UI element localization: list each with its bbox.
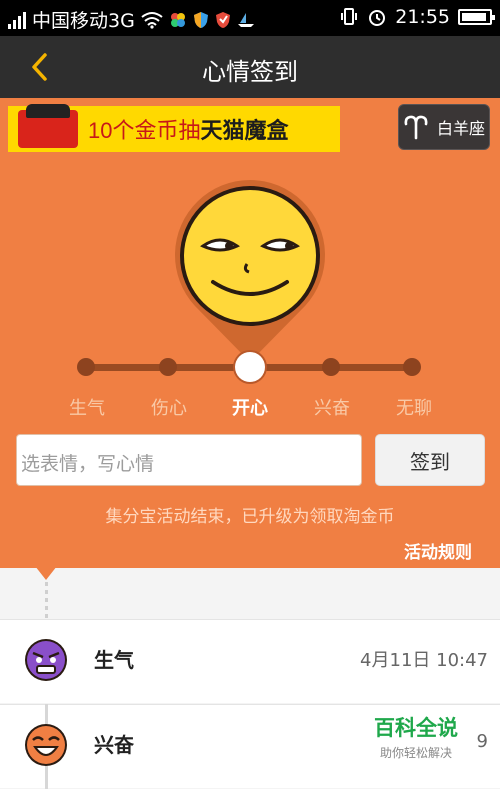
shield-app-icon (193, 11, 208, 28)
sign-in-button[interactable]: 签到 (375, 434, 485, 486)
battery-icon (458, 9, 495, 25)
gift-box-icon (18, 104, 78, 148)
vibrate-icon (341, 8, 358, 25)
watermark-title: 百科全说 (374, 716, 458, 740)
alarm-icon (369, 10, 386, 26)
mood-option-happy[interactable]: 开心 (210, 394, 290, 420)
panel-pointer (35, 566, 57, 580)
promo-banner[interactable]: 10个金币抽天猫魔盒 (8, 104, 340, 152)
mood-checkin-panel: 10个金币抽天猫魔盒 白羊座 生气 伤心 开心 兴奋 无聊 选表情，写心情 签到… (0, 98, 500, 568)
signal-icon (8, 11, 26, 29)
mood-slider-handle[interactable] (235, 352, 265, 382)
status-bar: 中国移动3G 21:55 (0, 0, 500, 36)
promo-text-prefix: 10个金币抽 (88, 118, 201, 143)
selected-mood-face (175, 180, 325, 362)
aries-icon (404, 115, 428, 140)
watermark-subtitle: 助你轻松解决 (379, 746, 452, 760)
page-title: 心情签到 (202, 58, 298, 86)
history-time: 4月11日 10:47 (360, 650, 488, 671)
excited-face-icon (25, 724, 67, 766)
zodiac-label: 白羊座 (436, 119, 485, 138)
mood-option-bored[interactable]: 无聊 (374, 394, 454, 420)
watermark-logo: 百科全说 助你轻松解决 (360, 712, 472, 766)
mood-slider-stop-2[interactable] (159, 358, 177, 376)
zodiac-button[interactable]: 白羊座 (398, 104, 490, 150)
nav-bar: 心情签到 (0, 36, 500, 98)
timeline-dotted (45, 582, 48, 622)
history-mood: 兴奋 (94, 733, 134, 757)
mood-slider-stop-5[interactable] (403, 358, 421, 376)
mood-text-input[interactable]: 选表情，写心情 (16, 434, 362, 486)
activity-notice: 集分宝活动结束，已升级为领取淘金币 (105, 507, 395, 527)
carrier-label: 中国移动3G (32, 10, 135, 32)
activity-rules-link[interactable]: 活动规则 (404, 538, 472, 563)
shield-red-app-icon (215, 11, 230, 28)
mood-option-excited[interactable]: 兴奋 (292, 394, 372, 420)
clock-time: 21:55 (395, 6, 450, 28)
history-mood: 生气 (94, 648, 134, 672)
wifi-icon (141, 11, 163, 29)
boat-app-icon (237, 12, 254, 27)
history-time: 9 (476, 731, 488, 752)
promo-text-highlight: 天猫魔盒 (200, 118, 289, 143)
timeline-line (45, 766, 48, 789)
angry-face-icon (25, 639, 67, 681)
mood-slider-stop-1[interactable] (77, 358, 95, 376)
timeline-line (45, 704, 48, 724)
clover-app-icon (170, 12, 185, 27)
history-item[interactable]: 生气 4月11日 10:47 (0, 619, 500, 703)
mood-option-sad[interactable]: 伤心 (129, 394, 209, 420)
mood-slider-stop-4[interactable] (322, 358, 340, 376)
mood-option-angry[interactable]: 生气 (47, 394, 127, 420)
